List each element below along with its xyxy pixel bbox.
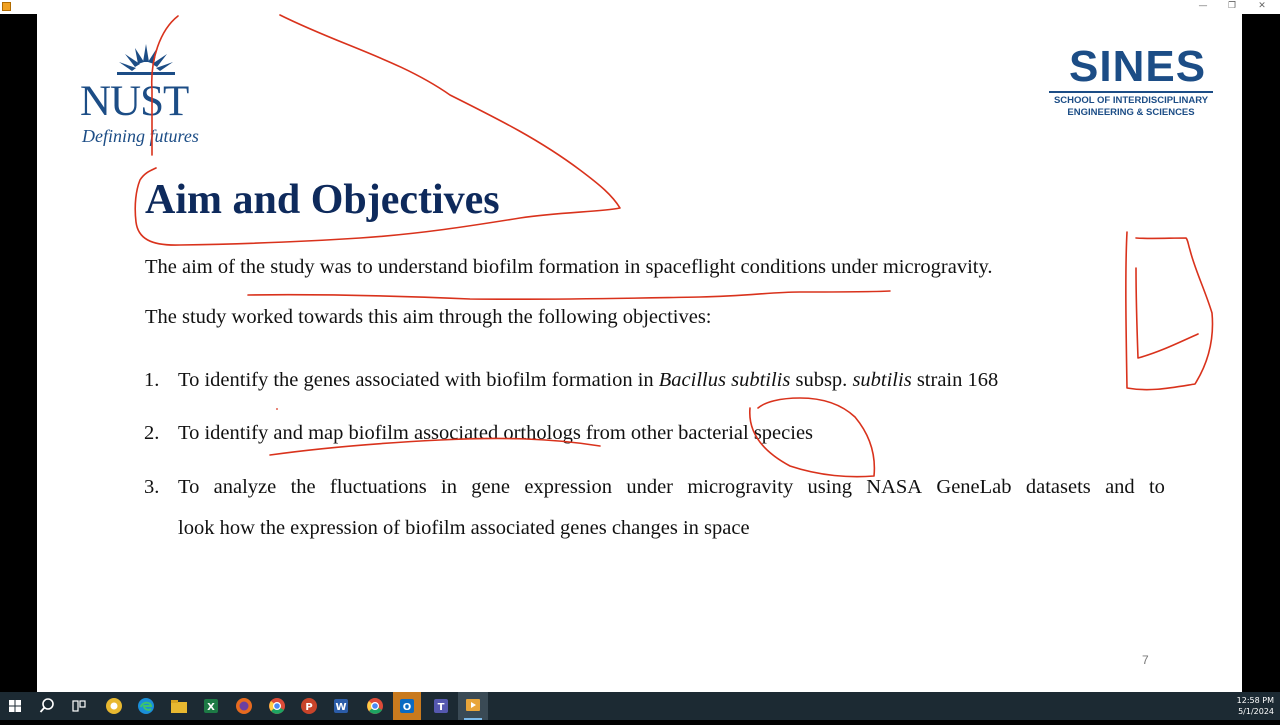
presentation-app-icon[interactable] <box>458 692 488 720</box>
chrome-canary-icon[interactable] <box>104 696 124 716</box>
clock-date: 5/1/2024 <box>1238 707 1274 716</box>
chrome-icon[interactable] <box>365 696 385 716</box>
powerpoint-icon[interactable]: P <box>299 696 319 716</box>
teams-icon[interactable]: T <box>431 696 451 716</box>
right-letterbox <box>1242 14 1280 692</box>
sines-logo-line1: SCHOOL OF INTERDISCIPLINARY <box>1053 95 1209 106</box>
objective-item-3-line1: To analyze the fluctuations in gene expr… <box>178 476 1165 498</box>
left-letterbox <box>0 14 37 692</box>
objective-number: 3. <box>144 476 160 498</box>
svg-text:O: O <box>403 702 412 713</box>
task-view-icon[interactable] <box>69 696 89 716</box>
svg-text:X: X <box>207 702 215 713</box>
presentation-slide: NUST Defining futures SINES SCHOOL OF IN… <box>37 14 1242 692</box>
minimize-button[interactable]: — <box>1191 0 1215 14</box>
nust-emblem-icon <box>117 44 175 75</box>
objective-number: 1. <box>144 369 160 391</box>
slide-title: Aim and Objectives <box>145 177 500 223</box>
excel-icon[interactable]: X <box>201 696 221 716</box>
svg-text:W: W <box>335 702 346 713</box>
sines-logo-line2: ENGINEERING & SCIENCES <box>1067 107 1195 118</box>
svg-text:P: P <box>305 702 312 713</box>
chrome-icon[interactable] <box>267 696 287 716</box>
objective-item-2: To identify and map biofilm associated o… <box>178 422 814 444</box>
page-number: 7 <box>1142 653 1149 667</box>
file-explorer-icon[interactable] <box>169 696 189 716</box>
app-icon <box>2 2 11 11</box>
objectives-intro: The study worked towards this aim throug… <box>145 306 712 328</box>
system-clock[interactable]: 12:58 PM 5/1/2024 <box>1237 695 1274 717</box>
nust-logo-tagline: Defining futures <box>82 126 199 146</box>
aim-statement: The aim of the study was to understand b… <box>145 256 993 278</box>
search-icon[interactable] <box>37 696 57 716</box>
objective-item-3-line2: look how the expression of biofilm assoc… <box>178 517 750 539</box>
taskbar: X P W O T 12:58 PM 5/1/2024 <box>0 692 1280 720</box>
nust-logo-word: NUST <box>80 78 189 125</box>
svg-text:T: T <box>438 702 445 713</box>
close-button[interactable]: ✕ <box>1250 0 1274 14</box>
firefox-icon[interactable] <box>234 696 254 716</box>
sines-logo-word: SINES <box>1069 42 1207 91</box>
sines-logo-divider <box>1049 91 1213 93</box>
windows-start-icon[interactable] <box>5 696 25 716</box>
nust-logo: NUST Defining futures <box>77 40 217 146</box>
window-title-bar: — ❐ ✕ <box>0 0 1280 14</box>
word-icon[interactable]: W <box>331 696 351 716</box>
objective-number: 2. <box>144 422 160 444</box>
edge-icon[interactable] <box>136 696 156 716</box>
clock-time: 12:58 PM <box>1236 696 1274 705</box>
objective-item-1: To identify the genes associated with bi… <box>178 369 999 391</box>
restore-button[interactable]: ❐ <box>1220 0 1244 14</box>
outlook-icon[interactable]: O <box>393 692 421 720</box>
sines-logo: SINES SCHOOL OF INTERDISCIPLINARY ENGINE… <box>1049 44 1217 124</box>
